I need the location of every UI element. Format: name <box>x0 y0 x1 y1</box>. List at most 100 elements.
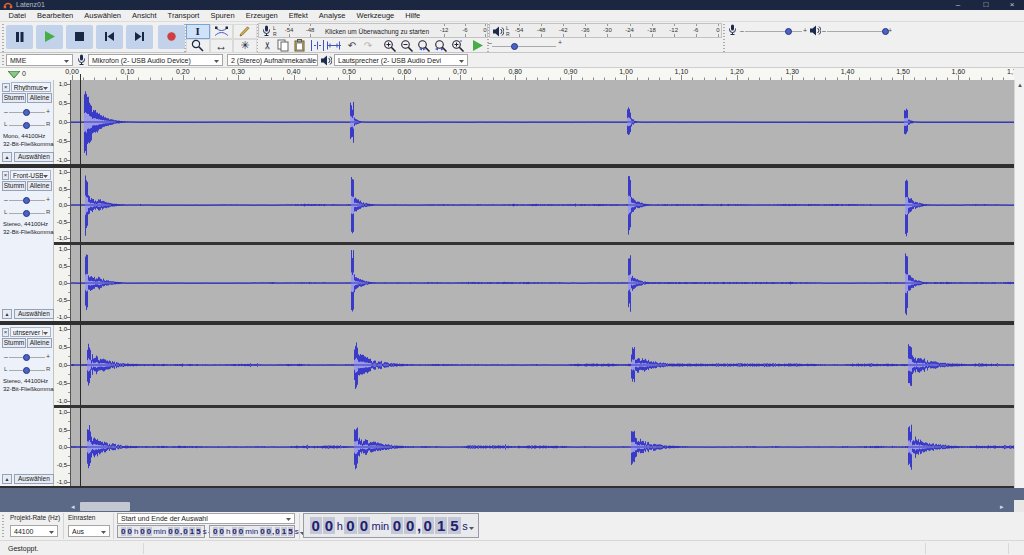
selection-start-time[interactable]: 00h00min00,015s <box>117 525 205 538</box>
trim-audio-button[interactable] <box>309 38 325 53</box>
track-name[interactable]: Front-USB <box>13 172 43 179</box>
playback-meter[interactable]: LR-54-48-42-36-30-24-18-12-60 <box>489 23 722 38</box>
pan-slider[interactable] <box>9 369 45 372</box>
collapse-button[interactable]: ▲ <box>2 152 12 162</box>
selection-tool-button[interactable]: I <box>186 24 210 39</box>
recording-volume-slider[interactable] <box>745 30 802 33</box>
pan-slider[interactable] <box>9 212 45 215</box>
play-at-speed-button[interactable] <box>470 38 486 53</box>
undo-button[interactable]: ↶ <box>344 38 360 53</box>
solo-button[interactable]: Alleine <box>27 93 52 103</box>
playback-volume-slider[interactable] <box>827 30 887 33</box>
solo-button[interactable]: Alleine <box>27 338 52 348</box>
waveform-canvas[interactable] <box>71 408 1014 486</box>
menu-erzeugen[interactable]: Erzeugen <box>240 11 283 20</box>
zoom-toggle-button[interactable] <box>450 38 466 53</box>
zoom-in-button[interactable] <box>382 38 398 53</box>
pan-thumb[interactable] <box>23 367 30 374</box>
track-close-button[interactable]: × <box>2 328 9 337</box>
vertical-scrollbar[interactable]: ▲ ▼ <box>1014 80 1024 500</box>
zoom-tool-button[interactable] <box>186 39 210 54</box>
scroll-right-icon[interactable]: ▸ <box>1000 502 1004 511</box>
play-speed-thumb[interactable] <box>511 43 518 50</box>
selection-range-mode-select[interactable]: Start und Ende der Auswahl <box>117 513 295 524</box>
play-speed-slider[interactable] <box>492 45 556 48</box>
gain-thumb[interactable] <box>23 109 30 116</box>
draw-tool-button[interactable] <box>233 24 257 39</box>
waveform-canvas[interactable] <box>71 168 1014 242</box>
snap-select[interactable]: Aus <box>68 525 110 537</box>
time-caret-icon[interactable] <box>469 516 474 533</box>
audio-position-time[interactable]: 00h00min00,015s <box>303 513 479 538</box>
pan-slider[interactable] <box>9 124 45 127</box>
menu-hilfe[interactable]: Hilfe <box>400 11 426 20</box>
solo-button[interactable]: Alleine <box>27 181 52 191</box>
waveform-canvas[interactable] <box>71 325 1014 405</box>
scroll-up-icon[interactable]: ▲ <box>1016 82 1024 88</box>
timeline-ruler[interactable]: 00,000,100,200,300,400,500,600,700,800,9… <box>0 68 1014 80</box>
playback-device-select[interactable]: Lautsprecher (2- USB Audio Devi <box>334 54 468 66</box>
track-name-box[interactable]: Rhythmus <box>11 82 51 92</box>
silence-audio-button[interactable] <box>325 38 341 53</box>
play-button[interactable] <box>36 25 63 49</box>
recording-device-select[interactable]: Mikrofon (2- USB Audio Device) <box>88 54 223 66</box>
pan-thumb[interactable] <box>23 210 30 217</box>
scroll-left-icon[interactable]: ◂ <box>71 502 75 511</box>
gain-thumb[interactable] <box>23 197 30 204</box>
maximize-button[interactable]: □ <box>978 0 994 10</box>
record-meter[interactable]: LR-54-48-12-60Klicken um Überwachung zu … <box>258 23 488 38</box>
select-button[interactable]: Auswählen <box>14 474 54 484</box>
project-rate-select[interactable]: 44100 <box>10 525 58 537</box>
minimize-button[interactable]: – <box>950 0 966 10</box>
track-close-button[interactable]: × <box>2 83 10 92</box>
menu-auswählen[interactable]: Auswählen <box>79 11 127 20</box>
select-button[interactable]: Auswählen <box>14 309 54 319</box>
record-button[interactable] <box>158 25 185 49</box>
envelope-tool-button[interactable] <box>210 24 234 39</box>
stop-button[interactable] <box>66 25 93 49</box>
menu-datei[interactable]: Datei <box>3 11 32 20</box>
horizontal-scrollbar-thumb[interactable] <box>80 502 130 511</box>
track-name-box[interactable]: utnserver Pr <box>10 327 51 337</box>
redo-button[interactable]: ↷ <box>360 38 376 53</box>
mute-button[interactable]: Stumm <box>2 93 26 103</box>
audio-host-select[interactable]: MME <box>6 54 73 66</box>
menu-werkzeuge[interactable]: Werkzeuge <box>351 11 400 20</box>
collapse-button[interactable]: ▲ <box>2 309 12 319</box>
track-menu-caret-icon[interactable] <box>43 172 48 179</box>
gain-slider[interactable] <box>9 199 45 202</box>
waveform-canvas[interactable] <box>71 80 1014 164</box>
recording-channels-select[interactable]: 2 (Stereo) Aufnahmekanäle <box>227 54 318 66</box>
select-button[interactable]: Auswählen <box>14 152 54 162</box>
recording-volume-thumb[interactable] <box>785 28 792 35</box>
pause-button[interactable] <box>6 25 33 49</box>
paste-button[interactable] <box>291 38 307 53</box>
menu-transport[interactable]: Transport <box>162 11 205 20</box>
cut-button[interactable]: ✂ <box>259 38 275 53</box>
menu-spuren[interactable]: Spuren <box>205 11 240 20</box>
track-close-button[interactable]: × <box>2 171 9 180</box>
copy-button[interactable] <box>275 38 291 53</box>
collapse-button[interactable]: ▲ <box>2 474 12 484</box>
track-menu-caret-icon[interactable] <box>43 84 48 91</box>
menu-analyse[interactable]: Analyse <box>313 11 351 20</box>
menu-effekt[interactable]: Effekt <box>283 11 313 20</box>
skip-to-start-button[interactable] <box>96 25 123 49</box>
gain-slider[interactable] <box>9 111 45 114</box>
pan-thumb[interactable] <box>23 122 30 129</box>
menu-ansicht[interactable]: Ansicht <box>127 11 163 20</box>
track-menu-caret-icon[interactable] <box>43 329 48 336</box>
zoom-fit-button[interactable] <box>433 38 449 53</box>
skip-to-end-button[interactable] <box>126 25 153 49</box>
monitoring-prompt[interactable]: Klicken um Überwachung zu starten <box>325 28 429 35</box>
waveform-canvas[interactable] <box>71 245 1014 321</box>
menu-bearbeiten[interactable]: Bearbeiten <box>32 11 79 20</box>
multi-tool-button[interactable]: ✳ <box>233 39 257 54</box>
track-name[interactable]: Rhythmus <box>14 84 43 91</box>
mute-button[interactable]: Stumm <box>2 338 26 348</box>
selection-end-time[interactable]: 00h00min00,015s <box>209 525 295 538</box>
zoom-out-button[interactable] <box>399 38 415 53</box>
close-button[interactable]: × <box>1004 0 1020 10</box>
track-name-box[interactable]: Front-USB <box>10 170 51 180</box>
time-shift-tool-button[interactable]: ↔ <box>210 39 234 54</box>
